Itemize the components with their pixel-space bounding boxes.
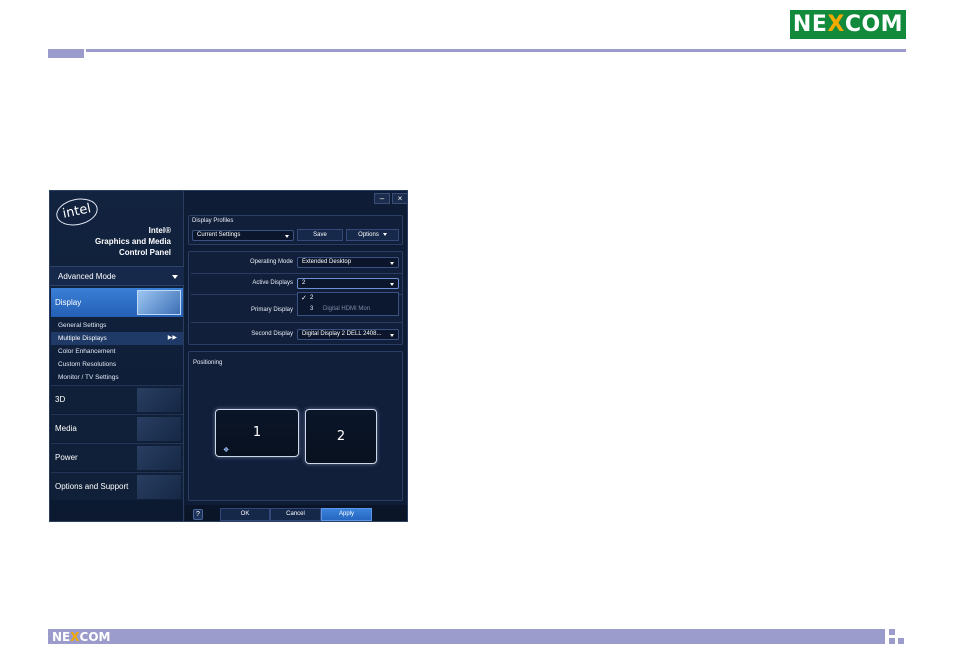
active-displays-select[interactable]: 2 <box>297 278 399 289</box>
windows-logo-icon: ❖ <box>223 446 230 454</box>
subitem-general-settings[interactable]: General Settings <box>51 319 183 332</box>
apply-button[interactable]: Apply <box>321 508 372 521</box>
chevron-down-icon <box>390 261 394 265</box>
second-display-label: Second Display <box>251 331 293 337</box>
header-tab-accent <box>48 49 84 58</box>
footer-nexcom-logo: NE X COM <box>52 629 111 644</box>
subitem-color-enhancement[interactable]: Color Enhancement <box>51 345 183 358</box>
display-subitems: General Settings Multiple Displays ▶▶ Co… <box>51 319 183 384</box>
subitem-monitor-tv-settings[interactable]: Monitor / TV Settings <box>51 371 183 384</box>
mode-selector[interactable]: Advanced Mode <box>50 266 184 286</box>
app-title: Intel® Graphics and Media Control Panel <box>94 226 171 257</box>
support-icon <box>137 475 181 499</box>
cancel-button[interactable]: Cancel <box>270 508 321 521</box>
3d-cube-icon <box>137 388 181 412</box>
save-profile-button[interactable]: Save <box>297 229 343 241</box>
subitem-custom-resolutions[interactable]: Custom Resolutions <box>51 358 183 371</box>
display-profiles-group: Display Profiles Current Settings Save O… <box>188 215 403 245</box>
chevron-down-icon <box>390 333 394 337</box>
window-controls: – × <box>374 193 407 204</box>
left-navigation-panel: intel Intel® Graphics and Media Control … <box>50 191 184 521</box>
monitor-1-tile[interactable]: 1 ❖ <box>215 409 299 457</box>
chevron-down-icon <box>390 282 394 286</box>
operating-mode-select[interactable]: Extended Desktop <box>297 257 399 268</box>
divider <box>191 273 403 274</box>
ok-button[interactable]: OK <box>220 508 270 521</box>
close-button[interactable]: × <box>392 193 407 204</box>
monitor-2-tile[interactable]: 2 <box>305 409 377 464</box>
minimize-button[interactable]: – <box>374 193 390 204</box>
dialog-button-bar: ? OK Cancel Apply <box>185 505 407 521</box>
divider <box>191 322 403 323</box>
chevron-down-icon <box>285 234 289 238</box>
content-panel: – × Display Profiles Current Settings Sa… <box>185 191 407 521</box>
category-media[interactable]: Media <box>51 414 183 442</box>
power-plug-icon <box>137 446 181 470</box>
options-button[interactable]: Options <box>346 229 399 241</box>
positioning-group: Positioning 1 ❖ 2 <box>188 351 403 501</box>
primary-display-label: Primary Display <box>250 307 293 313</box>
active-displays-dropdown-list: ✓ 2 3 Digital HDMI Mon <box>297 292 399 316</box>
active-displays-label: Active Displays <box>252 280 293 286</box>
category-3d[interactable]: 3D <box>51 385 183 413</box>
category-options-and-support[interactable]: Options and Support <box>51 472 183 500</box>
second-display-select[interactable]: Digital Display 2 DELL 2408... <box>297 329 399 340</box>
intel-logo: intel <box>53 194 101 230</box>
footer-square-decoration <box>889 629 895 635</box>
display-monitor-icon <box>137 290 181 315</box>
footer-square-decoration <box>898 638 904 644</box>
positioning-label: Positioning <box>193 360 223 366</box>
display-profiles-label: Display Profiles <box>192 218 234 224</box>
category-power[interactable]: Power <box>51 443 183 471</box>
subitem-multiple-displays[interactable]: Multiple Displays ▶▶ <box>51 332 183 345</box>
page: NE X COM intel Intel® Graphics and Media C… <box>0 0 954 671</box>
category-display[interactable]: Display <box>51 288 183 317</box>
footer-square-decoration <box>889 638 895 644</box>
dropdown-option-2[interactable]: ✓ 2 <box>298 293 398 304</box>
header-divider <box>86 49 906 52</box>
intel-control-panel-window: intel Intel® Graphics and Media Control … <box>49 190 408 522</box>
chevron-down-icon <box>172 275 178 279</box>
dropdown-option-3[interactable]: 3 Digital HDMI Mon <box>298 304 398 315</box>
checkmark-icon: ✓ <box>301 295 307 302</box>
media-film-icon <box>137 417 181 441</box>
nexcom-logo: NE X COM <box>790 10 906 39</box>
help-button[interactable]: ? <box>193 509 203 520</box>
profile-select[interactable]: Current Settings <box>192 230 294 241</box>
fast-forward-icon: ▶▶ <box>167 335 177 341</box>
operating-mode-label: Operating Mode <box>249 259 293 265</box>
chevron-down-icon <box>382 232 387 236</box>
footer-bar <box>48 629 885 644</box>
